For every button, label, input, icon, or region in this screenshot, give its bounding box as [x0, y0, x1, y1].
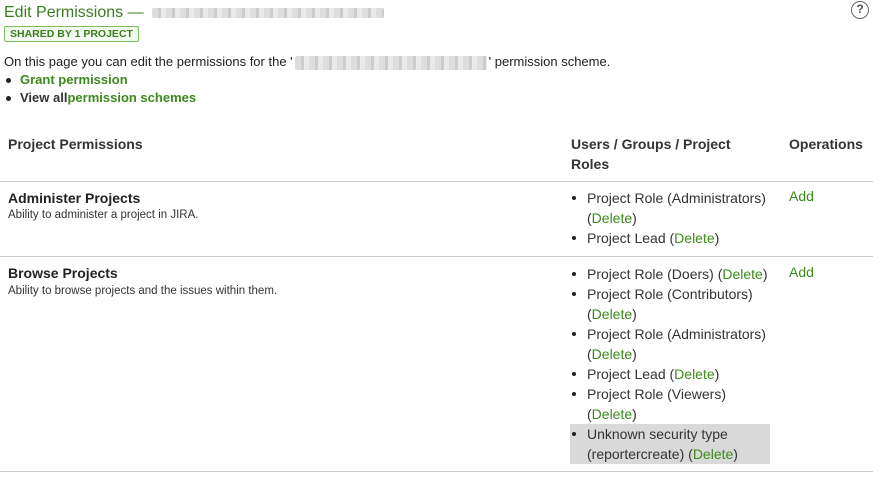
holder-item: Project Role (Viewers) (Delete): [570, 384, 770, 424]
delete-link[interactable]: Delete: [674, 366, 714, 382]
intro-text: On this page you can edit the permission…: [4, 54, 610, 70]
holder-label: Project Role (Viewers): [587, 386, 727, 402]
holder-label: Project Role (Administrators): [587, 190, 766, 206]
action-prefix: View all: [20, 90, 68, 105]
paren-close: ): [632, 210, 637, 226]
holder-label: Project Role (Administrators): [587, 326, 766, 342]
bullet: [572, 236, 576, 240]
shared-badge-suffix: PROJECT: [83, 28, 133, 40]
permission-holders: Project Role (Administrators) (Delete) P…: [570, 188, 770, 248]
add-operation-link[interactable]: Add: [789, 264, 814, 280]
title-row: Edit Permissions —: [4, 2, 384, 24]
question-circle-icon[interactable]: ?: [851, 1, 869, 19]
paren-open: (reportercreate) (: [587, 446, 693, 462]
delete-link[interactable]: Delete: [693, 446, 733, 462]
intro-scheme-redacted: [294, 55, 487, 70]
scheme-name-redacted: [151, 8, 384, 18]
intro-after: ' permission scheme.: [488, 54, 611, 69]
delete-link[interactable]: Delete: [722, 266, 762, 282]
header-divider: [0, 181, 873, 182]
holder-label: Project Lead (: [587, 230, 675, 246]
page-title: Edit Permissions —: [4, 4, 144, 21]
paren-close: ): [714, 230, 720, 246]
header-holders: Users / Groups / Project Roles: [571, 134, 731, 174]
holder-item: Project Lead (Delete): [570, 228, 770, 248]
holder-item: Project Role (Doers) (Delete): [570, 264, 770, 284]
add-operation-link[interactable]: Add: [789, 188, 814, 204]
delete-link[interactable]: Delete: [592, 346, 632, 362]
shared-badge-prefix: SHARED BY: [10, 28, 72, 40]
permission-holders: Project Role (Doers) (Delete) Project Ro…: [570, 264, 770, 464]
page-actions: Grant permission View all permission sch…: [4, 71, 196, 107]
bullet: [6, 95, 11, 101]
bullet: [6, 77, 11, 83]
shared-badge-count: 1: [74, 28, 81, 40]
bullet: [572, 272, 576, 276]
permission-description: Ability to browse projects and the issue…: [8, 285, 278, 297]
delete-link[interactable]: Delete: [592, 406, 632, 422]
bullet: [572, 432, 576, 436]
paren-close: ): [632, 306, 637, 322]
paren-close: ): [762, 266, 768, 282]
bullet: [572, 392, 576, 396]
paren-close: ): [714, 366, 720, 382]
bullet: [572, 372, 576, 376]
header-holders-line1: Users / Groups / Project: [571, 136, 731, 152]
action-grant-permission: Grant permission: [4, 71, 196, 89]
header-operations: Operations: [789, 136, 863, 152]
paren-close: ): [632, 346, 637, 362]
delete-link[interactable]: Delete: [674, 230, 714, 246]
holder-item-unknown: Unknown security type (reportercreate) (…: [570, 424, 770, 464]
bullet: [572, 196, 576, 200]
bullet: [572, 332, 576, 336]
header-project-permissions: Project Permissions: [8, 136, 143, 152]
paren-close: ): [733, 446, 738, 462]
holder-label: Project Role (Doers) (: [587, 266, 723, 282]
holder-item: Project Role (Contributors) (Delete): [570, 284, 770, 324]
row-divider: [0, 256, 873, 257]
permission-name: Administer Projects: [8, 190, 141, 206]
action-view-schemes: View all permission schemes: [4, 89, 196, 107]
permission-name: Browse Projects: [8, 265, 118, 281]
row-divider: [0, 471, 873, 472]
holder-item: Project Role (Administrators) (Delete): [570, 324, 770, 364]
permission-schemes-link[interactable]: permission schemes: [67, 89, 196, 107]
intro-before: On this page you can edit the permission…: [4, 54, 293, 69]
grant-permission-link[interactable]: Grant permission: [20, 71, 128, 89]
holder-item: Project Lead (Delete): [570, 364, 770, 384]
paren-close: ): [632, 406, 637, 422]
shared-by-badge[interactable]: SHARED BY 1 PROJECT: [4, 26, 139, 42]
bullet: [572, 292, 576, 296]
holder-label: Project Lead (: [587, 366, 675, 382]
delete-link[interactable]: Delete: [592, 306, 632, 322]
holder-item: Project Role (Administrators) (Delete): [570, 188, 770, 228]
header-holders-line2: Roles: [571, 156, 610, 172]
holder-label: Unknown security type: [587, 426, 728, 442]
holder-label: Project Role (Contributors): [587, 286, 753, 302]
permission-description: Ability to administer a project in JIRA.: [8, 209, 199, 221]
delete-link[interactable]: Delete: [592, 210, 632, 226]
